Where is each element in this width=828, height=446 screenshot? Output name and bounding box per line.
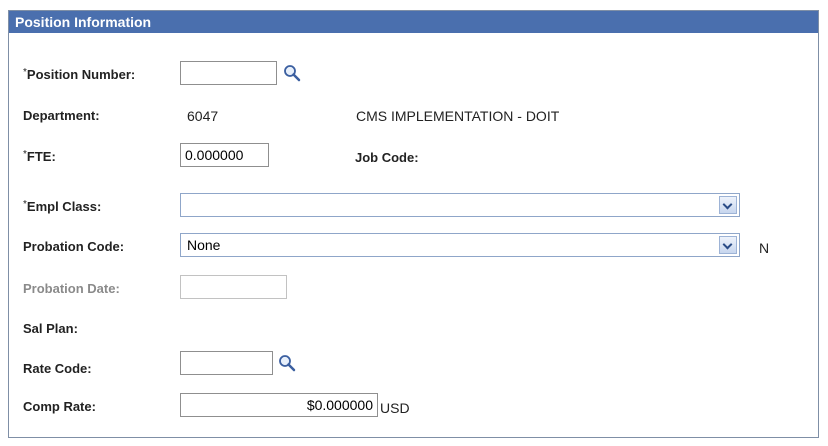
position-information-panel: Position Information *Position Number: D… <box>8 10 819 438</box>
fte-label-text: FTE: <box>26 149 56 164</box>
section-header: Position Information <box>9 11 818 33</box>
department-label: Department: <box>23 108 100 123</box>
empl-class-select[interactable] <box>180 193 740 217</box>
probation-code-select[interactable]: None <box>180 233 740 257</box>
fte-input[interactable]: 0.000000 <box>180 143 269 167</box>
position-number-input[interactable] <box>180 61 277 85</box>
probation-date-input[interactable] <box>180 275 287 299</box>
department-name: CMS IMPLEMENTATION - DOIT <box>356 108 560 124</box>
position-number-label-text: Position Number: <box>26 67 136 82</box>
probation-code-indicator: N <box>759 240 770 256</box>
comp-rate-currency: USD <box>380 400 410 416</box>
empl-class-label: *Empl Class: <box>23 199 101 214</box>
comp-rate-label: Comp Rate: <box>23 399 96 414</box>
rate-code-lookup-icon[interactable] <box>277 353 297 373</box>
fte-label: *FTE: <box>23 149 56 164</box>
position-number-lookup-icon[interactable] <box>282 63 302 83</box>
rate-code-input[interactable] <box>180 351 273 375</box>
probation-date-label: Probation Date: <box>23 281 120 296</box>
probation-code-selected-value: None <box>187 237 221 253</box>
position-number-label: *Position Number: <box>23 67 135 82</box>
chevron-down-icon[interactable] <box>719 236 737 254</box>
empl-class-label-text: Empl Class: <box>26 199 102 214</box>
sal-plan-label: Sal Plan: <box>23 321 78 336</box>
rate-code-label: Rate Code: <box>23 361 92 376</box>
job-code-label: Job Code: <box>355 150 419 165</box>
comp-rate-input[interactable]: $0.000000 <box>180 393 378 417</box>
chevron-down-icon[interactable] <box>719 196 737 214</box>
probation-code-label: Probation Code: <box>23 239 125 254</box>
department-id: 6047 <box>187 108 219 124</box>
